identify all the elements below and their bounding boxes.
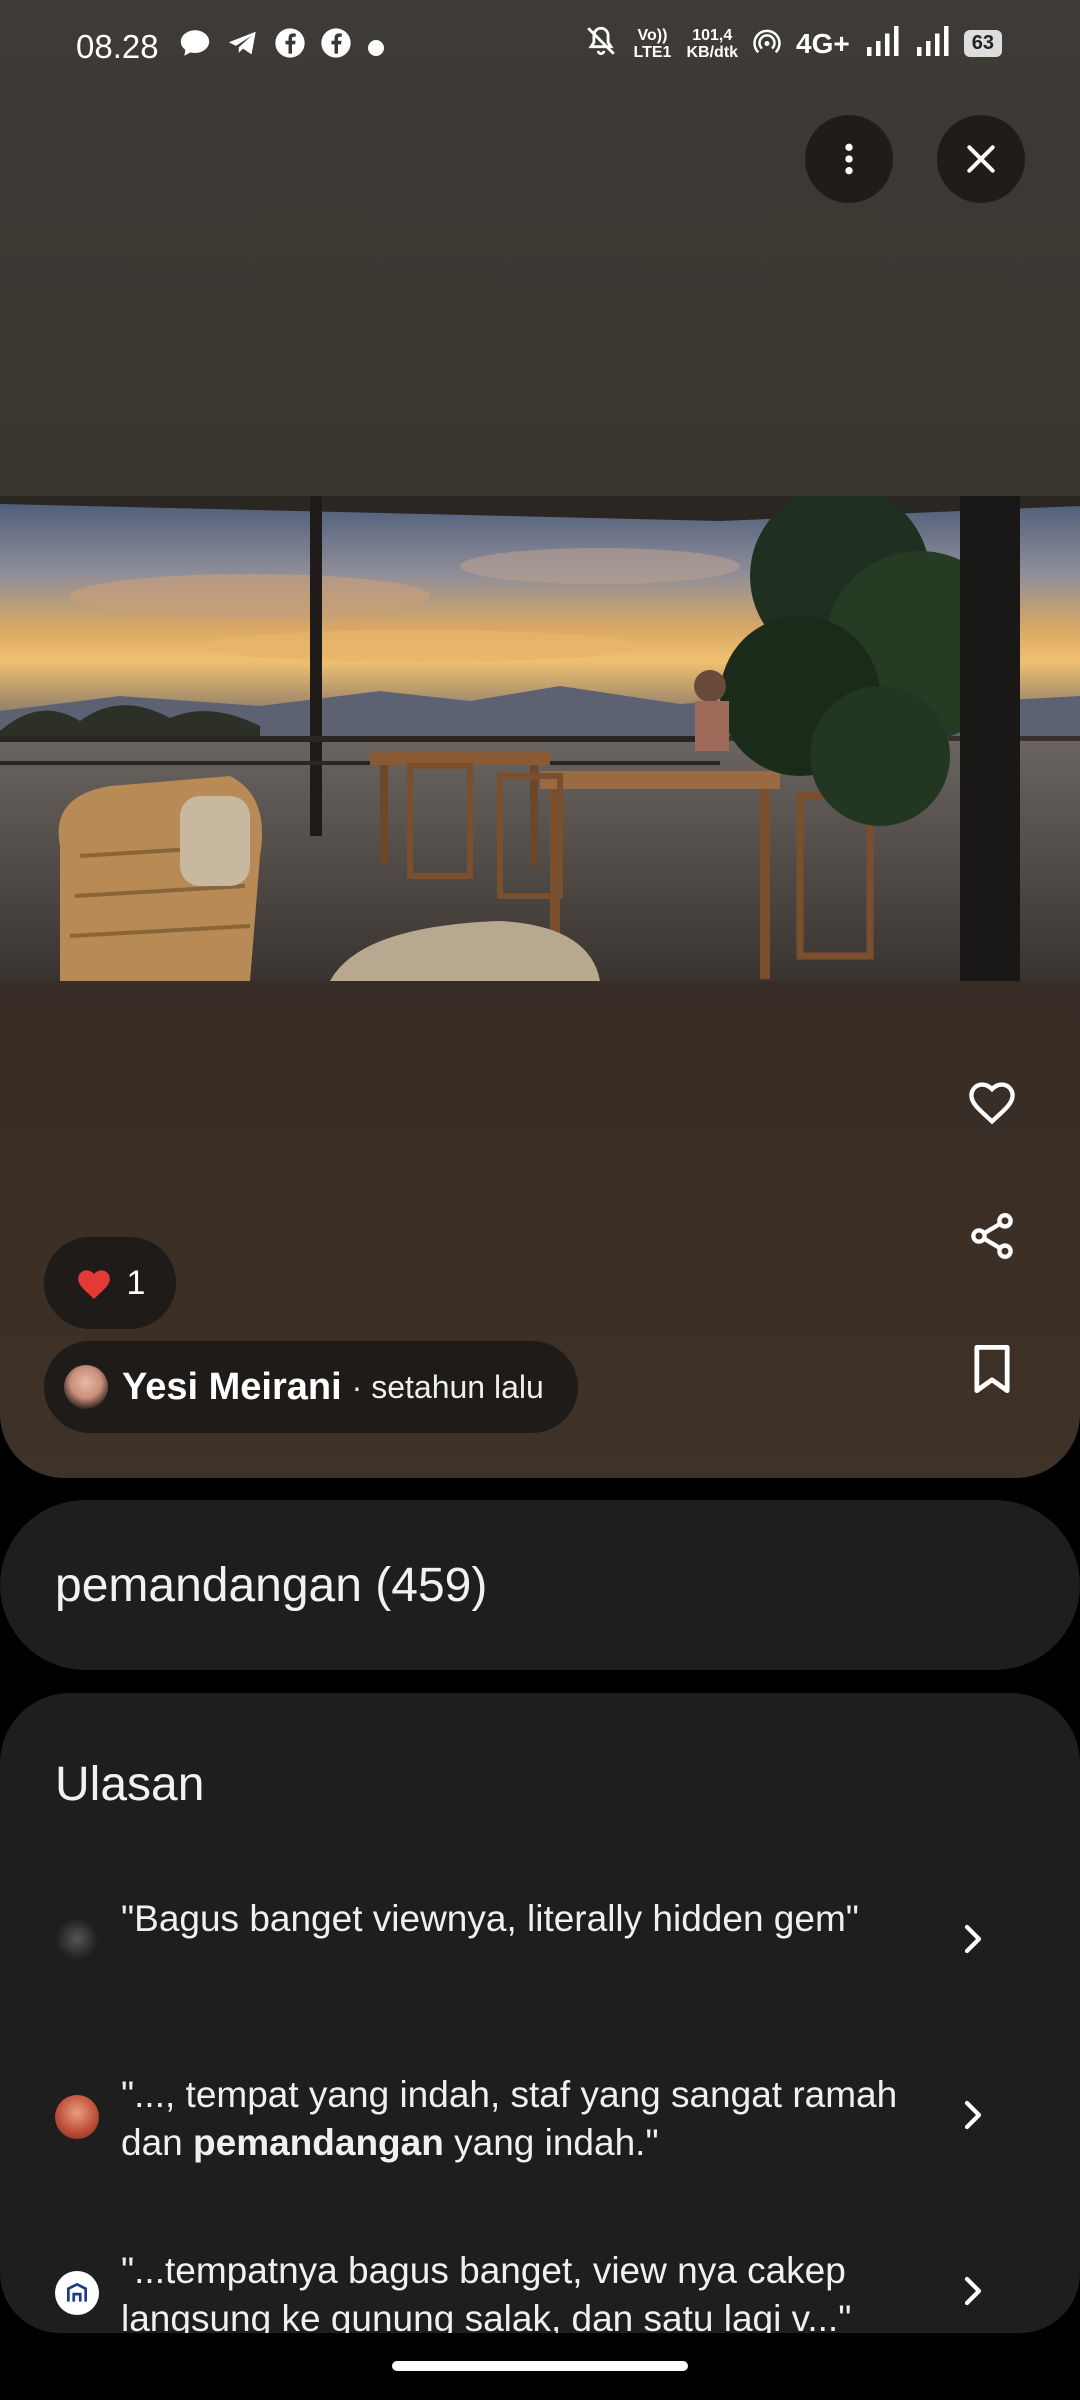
more-vert-icon xyxy=(845,143,853,175)
home-indicator[interactable] xyxy=(392,2361,688,2371)
network-type: 4G+ xyxy=(796,27,850,59)
battery-level: 63 xyxy=(963,30,1002,57)
facebook-icon xyxy=(320,27,352,70)
mute-icon xyxy=(584,24,618,63)
post-time: · setahun lalu xyxy=(351,1368,544,1405)
hotspot-icon xyxy=(752,26,782,61)
place-photo[interactable] xyxy=(0,496,1080,981)
avatar xyxy=(55,2271,99,2315)
speed-value: 101,4 xyxy=(692,26,733,44)
reviews-title: Ulasan xyxy=(55,1758,205,1811)
avatar xyxy=(55,1919,99,1963)
save-button[interactable] xyxy=(957,1334,1027,1404)
share-icon xyxy=(971,1213,1013,1259)
notification-icons xyxy=(178,26,386,71)
review-item[interactable]: "Bagus banget viewnya, literally hidden … xyxy=(0,1883,1080,1993)
author-name: Yesi Meirani xyxy=(122,1365,342,1408)
speed-unit: KB/dtk xyxy=(686,43,739,61)
review-highlight: pemandangan xyxy=(193,2122,444,2163)
dot-icon xyxy=(366,29,386,69)
chevron-right-icon xyxy=(964,2276,982,2306)
like-count-chip[interactable]: 1 xyxy=(44,1237,176,1329)
like-count: 1 xyxy=(126,1263,146,1302)
review-text-part: yang indah." xyxy=(443,2122,659,2163)
review-item[interactable]: "...tempatnya bagus banget, view nya cak… xyxy=(0,2235,1080,2333)
share-button[interactable] xyxy=(957,1201,1027,1271)
facebook-icon xyxy=(274,27,306,70)
heart-filled-icon xyxy=(77,1270,110,1299)
chevron-right-icon xyxy=(964,2100,982,2130)
bookmark-icon xyxy=(974,1344,1010,1394)
signal-icon xyxy=(864,26,900,61)
avatar xyxy=(55,2095,99,2139)
avatar xyxy=(64,1365,108,1409)
author-chip[interactable]: Yesi Meirani · setahun lalu xyxy=(44,1341,578,1433)
message-icon xyxy=(178,26,212,71)
review-text: "..., tempat yang indah, staf yang sanga… xyxy=(121,2071,901,2167)
reviews-section: Ulasan "Bagus banget viewnya, literally … xyxy=(0,1693,1080,2333)
heart-outline-icon xyxy=(969,1082,1015,1125)
topic-card[interactable]: pemandangan (459) xyxy=(0,1500,1080,1670)
status-time: 08.28 xyxy=(76,28,159,65)
close-button[interactable] xyxy=(937,115,1025,203)
network-speed: 101,4 KB/dtk xyxy=(686,27,738,61)
status-right-icons: Vo)) LTE1 101,4 KB/dtk 4G+ 63 xyxy=(584,24,1002,63)
review-text: "...tempatnya bagus banget, view nya cak… xyxy=(121,2250,852,2333)
signal-icon xyxy=(914,26,950,61)
more-options-button[interactable] xyxy=(805,115,893,203)
close-icon xyxy=(967,145,995,173)
chevron-right-icon xyxy=(964,1924,982,1954)
photo-viewer: 08.28 Vo)) LTE1 101,4 KB/dtk 4G+ 63 1 Ye… xyxy=(0,0,1080,1478)
review-text: "Bagus banget viewnya, literally hidden … xyxy=(121,1898,859,1939)
telegram-icon xyxy=(226,26,260,71)
status-bar: 08.28 Vo)) LTE1 101,4 KB/dtk 4G+ 63 xyxy=(0,0,1080,96)
like-button[interactable] xyxy=(957,1068,1027,1138)
logo-icon xyxy=(66,2282,88,2302)
topic-label: pemandangan (459) xyxy=(55,1558,488,1612)
volte-label: Vo)) LTE1 xyxy=(633,26,672,61)
review-item[interactable]: "..., tempat yang indah, staf yang sanga… xyxy=(0,2059,1080,2169)
